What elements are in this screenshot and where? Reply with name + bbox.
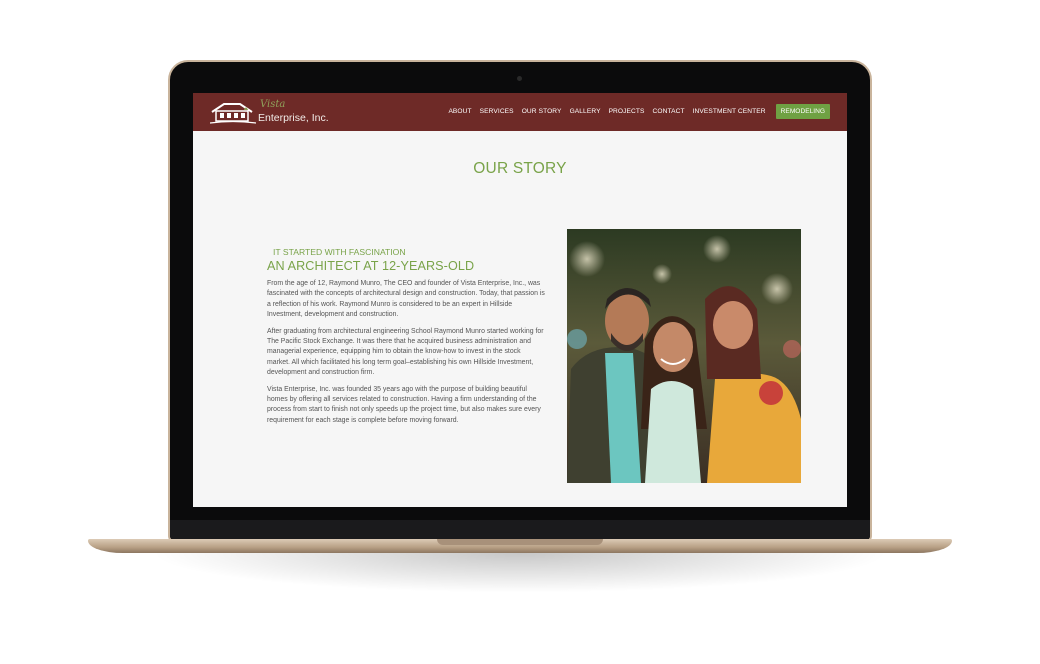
main-nav: ABOUT SERVICES OUR STORY GALLERY PROJECT… xyxy=(448,104,830,119)
story-headline: AN ARCHITECT AT 12-YEARS-OLD xyxy=(267,259,475,273)
story-paragraph: After graduating from architectural engi… xyxy=(267,327,544,377)
nav-contact[interactable]: CONTACT xyxy=(653,108,685,115)
nav-our-story[interactable]: OUR STORY xyxy=(522,108,562,115)
laptop-notch xyxy=(437,539,603,545)
family-photo xyxy=(567,229,801,483)
laptop-shadow xyxy=(150,553,890,593)
nav-investment-center[interactable]: INVESTMENT CENTER xyxy=(693,108,766,115)
nav-about[interactable]: ABOUT xyxy=(448,108,471,115)
page-title: OUR STORY xyxy=(473,160,567,177)
remodeling-button[interactable]: REMODELING xyxy=(775,104,830,119)
story-kicker: IT STARTED WITH FASCINATION xyxy=(273,247,406,257)
laptop-bezel-chin xyxy=(170,520,870,540)
webcam-icon xyxy=(517,76,522,81)
nav-projects[interactable]: PROJECTS xyxy=(609,108,645,115)
logo-script-text: Vista xyxy=(260,99,286,110)
site-logo[interactable]: Vista Enterprise, Inc. xyxy=(210,99,329,127)
story-paragraph: Vista Enterprise, Inc. was founded 35 ye… xyxy=(267,385,541,424)
logo-company-name: Enterprise, Inc. xyxy=(258,112,329,124)
nav-services[interactable]: SERVICES xyxy=(480,108,514,115)
nav-gallery[interactable]: GALLERY xyxy=(570,108,601,115)
house-logo-icon xyxy=(210,103,256,124)
story-section: IT STARTED WITH FASCINATION AN ARCHITECT… xyxy=(267,247,545,426)
story-paragraph: From the age of 12, Raymond Munro, The C… xyxy=(267,280,545,319)
website-screen: Vista Enterprise, Inc. ABOUT SERVICES OU… xyxy=(193,93,847,507)
site-header: Vista Enterprise, Inc. ABOUT SERVICES OU… xyxy=(193,93,847,131)
